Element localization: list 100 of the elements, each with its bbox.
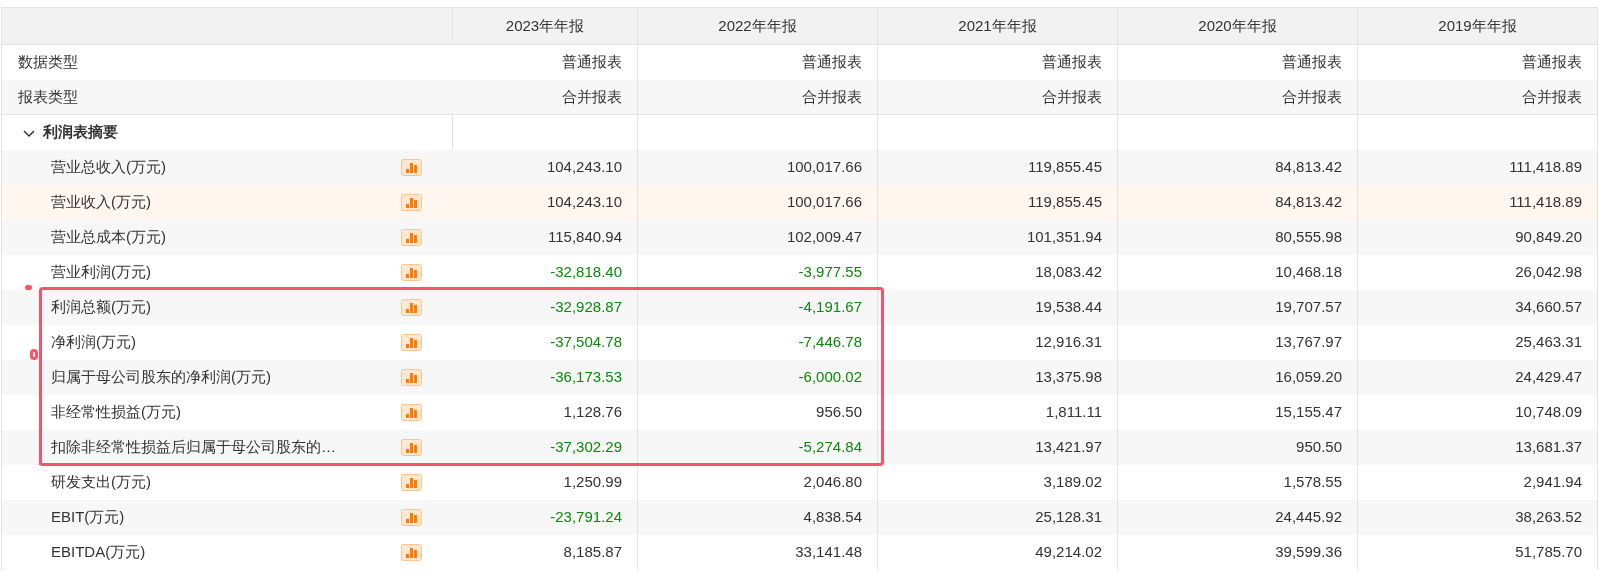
row-label: 报表类型 [18, 86, 78, 107]
table-cell-text: -36,173.53 [550, 367, 622, 388]
table-cell-text: 2,941.94 [1523, 472, 1582, 493]
table-cell-text: 950.50 [1296, 437, 1342, 458]
column-header: 2021年年报 [958, 15, 1037, 36]
table-cell-text: 102,009.47 [786, 227, 862, 248]
bar-chart-icon[interactable] [401, 334, 422, 351]
table-cell-text: 1,811.11 [1045, 402, 1102, 423]
table-cell-text: -3,977.55 [798, 262, 862, 283]
table-cell-text: 33,141.48 [795, 542, 862, 563]
bar-chart-icon[interactable] [401, 369, 422, 386]
bar-chart-icon[interactable] [401, 194, 422, 211]
table-cell-text: 84,813.42 [1275, 157, 1342, 178]
table-cell-text: 34,660.57 [1515, 297, 1582, 318]
table-cell-text: 19,538.44 [1035, 297, 1102, 318]
table-cell-text: 119,855.45 [1028, 192, 1102, 213]
table-cell-text: 39,599.36 [1275, 542, 1342, 563]
bar-chart-icon[interactable] [401, 404, 422, 421]
table-cell-text: -5,274.84 [798, 437, 862, 458]
table-cell-text: 13,421.97 [1035, 437, 1102, 458]
table-cell-text: 956.50 [816, 402, 862, 423]
table-cell-text: 84,813.42 [1275, 192, 1342, 213]
table-cell-text: 100,017.66 [786, 192, 862, 213]
table-cell-text: 1,250.99 [563, 472, 622, 493]
row-label: 扣除非经常性损益后归属于母公司股东的… [51, 437, 336, 458]
table-cell-text: 合并报表 [802, 86, 862, 107]
bar-chart-icon[interactable] [401, 264, 422, 281]
table-cell-text: 4,838.54 [803, 507, 862, 528]
table-cell-text: 104,243.10 [546, 157, 622, 178]
table-cell-text: -32,818.40 [550, 262, 622, 283]
bar-chart-icon[interactable] [401, 229, 422, 246]
table-cell-text: 111,418.89 [1509, 157, 1582, 178]
row-label: 营业总收入(万元) [51, 157, 166, 178]
table-cell-text: -4,191.67 [798, 297, 862, 318]
table-cell-text: 24,429.47 [1515, 367, 1582, 388]
section-title: 利润表摘要 [43, 122, 118, 143]
table-cell-text: 115,840.94 [548, 227, 622, 248]
row-label: 数据类型 [18, 52, 78, 73]
bar-chart-icon[interactable] [401, 509, 422, 526]
table-cell-text: 12,916.31 [1035, 332, 1102, 353]
table-cell-text: 38,263.52 [1515, 507, 1582, 528]
bar-chart-icon[interactable] [401, 474, 422, 491]
table-cell-text: 合并报表 [562, 86, 622, 107]
table-cell-text: 26,042.98 [1515, 262, 1582, 283]
table-cell-text: 51,785.70 [1515, 542, 1582, 563]
table-cell-text: 16,059.20 [1275, 367, 1342, 388]
bar-chart-icon[interactable] [401, 299, 422, 316]
annotation-mark [30, 349, 38, 360]
table-cell-text: 13,375.98 [1035, 367, 1102, 388]
table-cell-text: 24,445.92 [1275, 507, 1342, 528]
table-cell-text: 普通报表 [1042, 52, 1102, 73]
table-cell-text: 普通报表 [562, 52, 622, 73]
column-header: 2022年年报 [718, 15, 797, 36]
table-cell-text: 合并报表 [1522, 86, 1582, 107]
table-cell-text: 普通报表 [1282, 52, 1342, 73]
row-label: EBITDA(万元) [51, 542, 146, 563]
table-cell-text: 18,083.42 [1035, 262, 1102, 283]
table-cell-text: 3,189.02 [1043, 472, 1102, 493]
table-cell-text: 10,748.09 [1515, 402, 1582, 423]
table-cell-text: 111,418.89 [1509, 192, 1582, 213]
table-cell-text: 合并报表 [1282, 86, 1342, 107]
table-cell-text: 1,578.55 [1283, 472, 1342, 493]
table-cell-text: 100,017.66 [786, 157, 862, 178]
bar-chart-icon[interactable] [401, 544, 422, 561]
table-cell-text: -7,446.78 [798, 332, 862, 353]
table-cell-text: 119,855.45 [1028, 157, 1102, 178]
table-cell-text: 25,463.31 [1515, 332, 1582, 353]
row-label: 营业收入(万元) [51, 192, 151, 213]
column-header: 2023年年报 [505, 15, 585, 36]
table-cell-text: 1,128.76 [563, 402, 622, 423]
table-cell-text: 13,681.37 [1515, 437, 1582, 458]
table-cell-text: -6,000.02 [798, 367, 862, 388]
table-cell-text: 90,849.20 [1515, 227, 1582, 248]
table-cell-text: 合并报表 [1042, 86, 1102, 107]
table-cell-text: 49,214.02 [1035, 542, 1102, 563]
table-cell-text: 19,707.57 [1275, 297, 1342, 318]
column-header: 2019年年报 [1438, 15, 1517, 36]
row-label: 非经常性损益(万元) [51, 402, 181, 423]
table-cell-text: 15,155.47 [1275, 402, 1342, 423]
table-cell-text: -23,791.24 [550, 507, 622, 528]
table-cell-text: 普通报表 [1522, 52, 1582, 73]
row-label: 研发支出(万元) [51, 472, 151, 493]
table-cell-text: 80,555.98 [1275, 227, 1342, 248]
row-label: EBIT(万元) [51, 507, 125, 528]
table-cell-text: 25,128.31 [1035, 507, 1102, 528]
row-label: 归属于母公司股东的净利润(万元) [51, 367, 271, 388]
bar-chart-icon[interactable] [401, 159, 422, 176]
row-label: 营业利润(万元) [51, 262, 151, 283]
table-cell-text: 8,185.87 [563, 542, 622, 563]
table-cell-text: -37,302.29 [550, 437, 622, 458]
table-cell-text: -32,928.87 [550, 297, 622, 318]
column-header: 2020年年报 [1198, 15, 1277, 36]
bar-chart-icon[interactable] [401, 439, 422, 456]
table-cell-text: 101,351.94 [1026, 227, 1102, 248]
row-label: 营业总成本(万元) [51, 227, 166, 248]
table-cell-text: 104,243.10 [546, 192, 622, 213]
row-label: 利润总额(万元) [51, 297, 151, 318]
table-cell-text: 13,767.97 [1275, 332, 1342, 353]
row-label: 净利润(万元) [51, 332, 136, 353]
table-cell-text: 普通报表 [802, 52, 862, 73]
